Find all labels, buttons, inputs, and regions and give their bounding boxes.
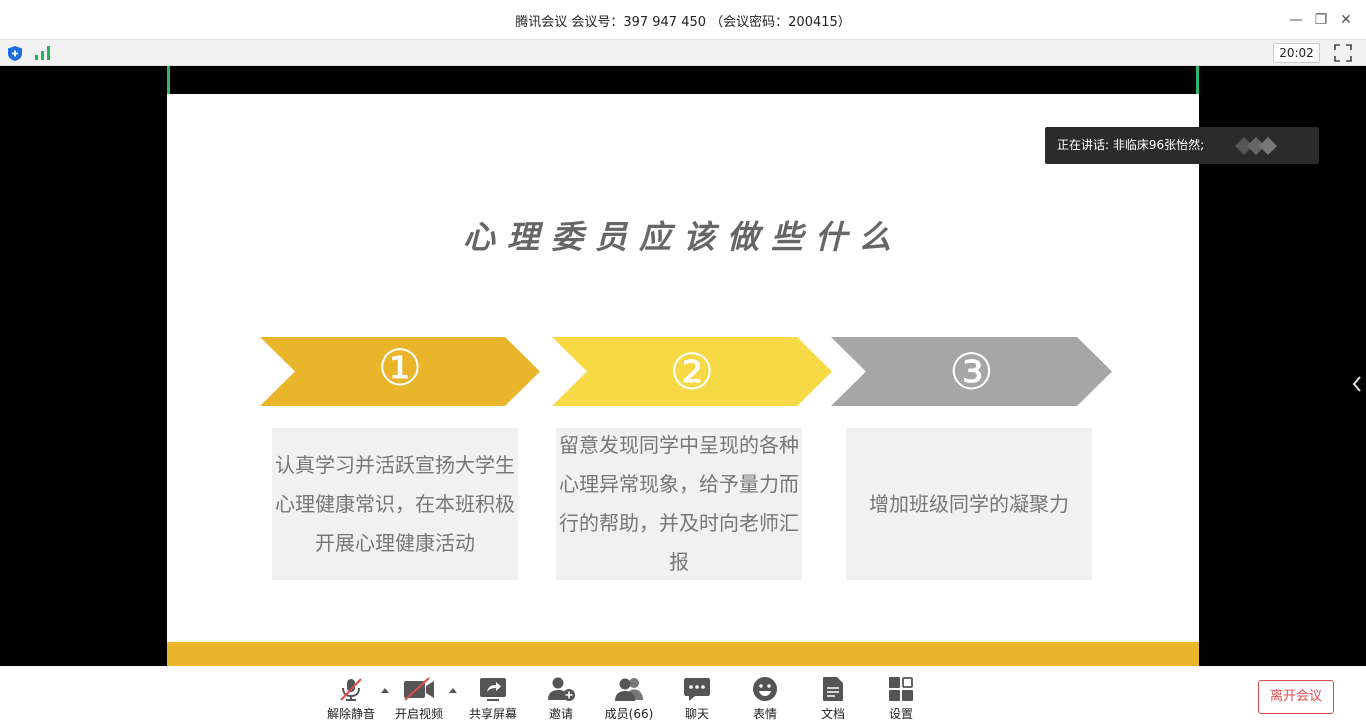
shared-slide: 心理委员应该做些什么 ① ② ③ 认真学习并活跃宣扬大学生心理健康常识，在本班积… [167, 94, 1199, 666]
chat-label: 聊天 [684, 707, 709, 721]
settings-label: 设置 [888, 707, 913, 721]
docs-button[interactable]: 文档 [818, 666, 848, 728]
speaking-indicator: 正在讲话: 非临床96张怡然; [1045, 127, 1319, 164]
step-card-2: 留意发现同学中呈现的各种心理异常现象，给予量力而行的帮助，并及时向老师汇报 [556, 428, 802, 580]
camera-off-icon [404, 677, 434, 701]
restore-button[interactable]: ❐ [1311, 10, 1331, 30]
mute-options-caret-icon[interactable] [380, 686, 390, 694]
restore-icon: ❐ [1314, 12, 1328, 28]
members-label: 成员(66) [604, 707, 654, 721]
chevron-left-icon[interactable] [1350, 374, 1364, 394]
share-border-right [1196, 66, 1199, 97]
members-icon [615, 678, 643, 701]
meeting-timer: 20:02 [1273, 43, 1320, 63]
step-card-1: 认真学习并活跃宣扬大学生心理健康常识，在本班积极开展心理健康活动 [272, 428, 518, 580]
start-video-button[interactable]: 开启视频 [395, 666, 443, 728]
speaking-text: 正在讲话: 非临床96张怡然; [1057, 138, 1205, 152]
share-screen-icon [480, 678, 506, 701]
close-button[interactable]: ✕ [1336, 10, 1356, 30]
invite-label: 邀请 [548, 707, 573, 721]
close-icon: ✕ [1340, 12, 1352, 28]
slide-top-band [167, 66, 1199, 94]
share-screen-button[interactable]: 共享屏幕 [468, 666, 518, 728]
document-icon [823, 677, 843, 701]
info-bar: 20:02 [0, 40, 1366, 66]
step-chevron-2: ② [552, 337, 832, 406]
share-screen-label: 共享屏幕 [468, 707, 517, 721]
share-border-left [167, 66, 170, 97]
meeting-toolbar: 解除静音 开启视频 共享屏幕 邀请 成员(66) 聊天 表情 文档 设置 [0, 666, 1366, 728]
slide-title: 心理委员应该做些什么 [462, 218, 903, 256]
settings-button[interactable]: 设置 [886, 666, 916, 728]
step-number-3: ③ [949, 343, 994, 401]
fullscreen-icon[interactable] [1334, 44, 1352, 62]
leave-meeting-button[interactable]: 离开会议 [1258, 680, 1334, 714]
grid-settings-icon [889, 677, 913, 701]
step-card-3: 增加班级同学的凝聚力 [846, 428, 1092, 580]
microphone-muted-icon [340, 678, 362, 701]
start-video-label: 开启视频 [395, 707, 444, 721]
step-text-2: 留意发现同学中呈现的各种心理异常现象，给予量力而行的帮助，并及时向老师汇报 [559, 433, 799, 574]
minimize-icon: — [1289, 12, 1303, 28]
window-title: 腾讯会议 会议号：397 947 450 （会议密码：200415） [515, 15, 851, 30]
chat-button[interactable]: 聊天 [682, 666, 712, 728]
unmute-label: 解除静音 [327, 707, 376, 721]
smiley-icon [753, 677, 777, 701]
invite-button[interactable]: 邀请 [545, 666, 577, 728]
step-text-3: 增加班级同学的凝聚力 [869, 491, 1069, 516]
speaker-avatars-icon [1235, 137, 1277, 155]
signal-icon[interactable] [35, 46, 50, 60]
title-bar: 腾讯会议 会议号：397 947 450 （会议密码：200415） — ❐ ✕ [0, 0, 1366, 40]
add-user-icon [548, 677, 575, 701]
emoji-button[interactable]: 表情 [750, 666, 780, 728]
video-options-caret-icon[interactable] [448, 686, 458, 694]
chat-icon [684, 678, 710, 701]
step-number-1: ① [377, 339, 423, 397]
step-chevron-1: ① [260, 337, 540, 406]
members-button[interactable]: 成员(66) [603, 666, 655, 728]
slide-footer-band [167, 642, 1199, 666]
shield-icon[interactable] [8, 46, 22, 61]
emoji-label: 表情 [752, 707, 777, 721]
step-chevron-3: ③ [831, 337, 1112, 406]
step-text-1: 认真学习并活跃宣扬大学生心理健康常识，在本班积极开展心理健康活动 [275, 452, 515, 555]
docs-label: 文档 [820, 707, 845, 721]
minimize-button[interactable]: — [1286, 10, 1306, 30]
unmute-button[interactable]: 解除静音 [327, 666, 375, 728]
step-number-2: ② [669, 343, 715, 401]
